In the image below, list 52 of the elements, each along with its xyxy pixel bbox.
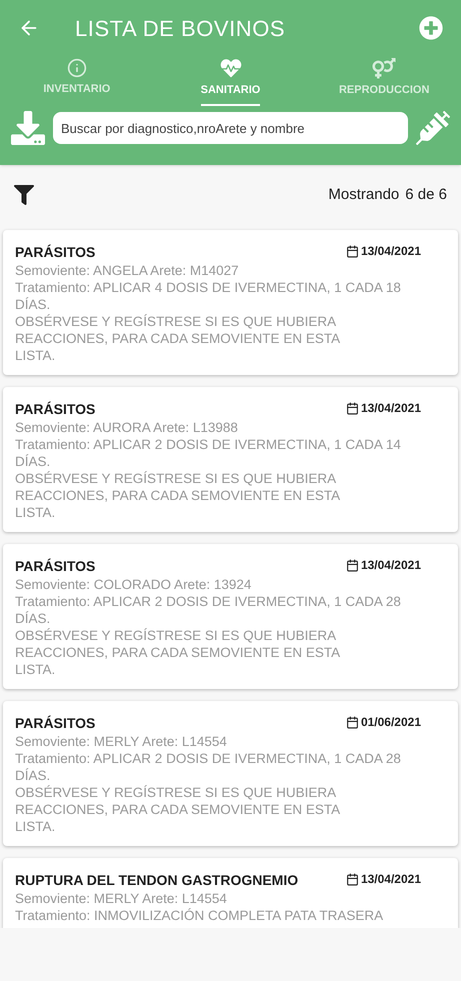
treatment-text: Tratamiento: APLICAR 2 DOSIS DE IVERMECTINA, 1 CADA 28 DÍAS. [15, 593, 402, 627]
search-field[interactable]: Buscar por diagnostico,nroArete y nombre [53, 112, 408, 144]
record-date: 13/04/2021 [360, 243, 421, 260]
page-title: LISTA DE BOVINOS [75, 14, 286, 42]
diagnosis-title: PARÁSITOS [15, 400, 96, 419]
record-date: 13/04/2021 [360, 871, 421, 888]
diagnosis-title: PARÁSITOS [15, 243, 96, 262]
treatment-text: Tratamiento: APLICAR 4 DOSIS DE IVERMECTINA, 1 CADA 18 DÍAS. [15, 279, 402, 313]
treatment-text: Tratamiento: INMOVILIZACIÓN COMPLETA PATA TRASERA [15, 907, 384, 924]
calendar-icon [346, 872, 359, 886]
gender-symbol-icon [372, 58, 396, 78]
animal-info: Semoviente: MERLY Arete: L14554 [15, 733, 228, 750]
diagnosis-title: PARÁSITOS [15, 714, 96, 733]
animal-info: Semoviente: AURORA Arete: L13988 [15, 419, 239, 436]
animal-info: Semoviente: COLORADO Arete: 13924 [15, 576, 252, 593]
add-button[interactable] [419, 16, 443, 40]
calendar-icon [346, 402, 359, 414]
record-card[interactable]: RUPTURA DEL TENDON GASTROGNEMIO 13/04/2021 Semoviente: MERLY Arete: L14554 Tratamiento: INMOVILIZACIÓN COMPLETA PATA TRASERA [3, 858, 458, 928]
record-card[interactable] [3, 387, 458, 532]
download-icon [11, 111, 45, 145]
syringe-icon [416, 111, 450, 145]
download-button[interactable] [11, 111, 45, 145]
record-date: 13/04/2021 [360, 557, 421, 574]
tab[interactable]: INVENTARIO [0, 56, 154, 106]
calendar-icon [346, 558, 359, 572]
count-value: 6 de 6 [405, 184, 447, 205]
record-card[interactable] [3, 701, 458, 846]
note-text: OBSÉRVESE Y REGÍSTRESE SI ES QUE HUBIERA REACCIONES, PARA CADA SEMOVIENTE EN ESTA LISTA. [15, 784, 341, 835]
note-text: OBSÉRVESE Y REGÍSTRESE SI ES QUE HUBIERA REACCIONES, PARA CADA SEMOVIENTE EN ESTA LISTA. [15, 627, 341, 678]
vaccine-button[interactable] [416, 111, 450, 145]
record-card[interactable] [3, 230, 458, 375]
animal-info: Semoviente: ANGELA Arete: M14027 [15, 262, 240, 279]
tab[interactable]: REPRODUCCION [307, 56, 461, 106]
plus-icon [419, 16, 443, 40]
heartbeat-icon [220, 58, 242, 78]
note-text: OBSÉRVESE Y REGÍSTRESE SI ES QUE HUBIERA REACCIONES, PARA CADA SEMOVIENTE EN ESTA LISTA. [15, 313, 341, 364]
note-text: OBSÉRVESE Y REGÍSTRESE SI ES QUE HUBIERA REACCIONES, PARA CADA SEMOVIENTE EN ESTA LISTA. [15, 470, 341, 521]
diagnosis-title: PARÁSITOS [15, 557, 96, 576]
count-label: Mostrando [328, 184, 400, 205]
diagnosis-title: RUPTURA DEL TENDON GASTROGNEMIO [15, 871, 298, 890]
treatment-text: Tratamiento: APLICAR 2 DOSIS DE IVERMECTINA, 1 CADA 14 DÍAS. [15, 436, 402, 470]
tab[interactable]: SANITARIO [154, 56, 308, 106]
record-date: 13/04/2021 [360, 400, 421, 417]
treatment-text: Tratamiento: APLICAR 2 DOSIS DE IVERMECTINA, 1 CADA 28 DÍAS. [15, 750, 402, 784]
filter-icon [14, 185, 34, 205]
filter-button[interactable] [14, 185, 34, 205]
record-card[interactable] [3, 544, 458, 689]
info-icon [66, 58, 87, 78]
record-date: 01/06/2021 [360, 714, 421, 731]
animal-info: Semoviente: MERLY Arete: L14554 [15, 890, 228, 907]
calendar-icon [346, 716, 359, 728]
calendar-icon [346, 244, 359, 258]
